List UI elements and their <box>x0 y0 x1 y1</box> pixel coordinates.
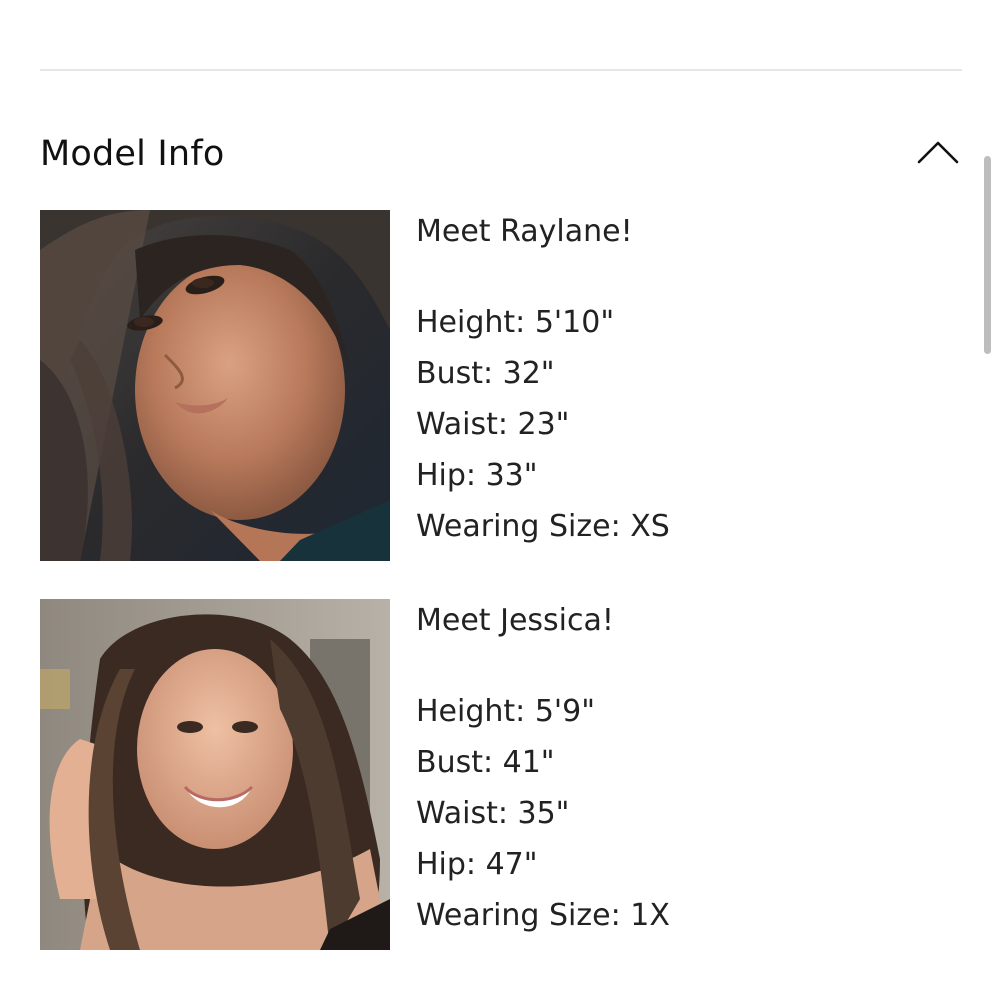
section-divider <box>40 69 962 71</box>
model-wearing-size: Wearing Size: XS <box>416 509 670 544</box>
model-stats-list: Height: 5'9" Bust: 41" Waist: 35" Hip: 4… <box>416 692 670 947</box>
model-bust: Bust: 41" <box>416 745 555 780</box>
model-photo <box>40 599 390 950</box>
model-hip: Hip: 47" <box>416 847 538 882</box>
model-greeting: Meet Jessica! <box>416 603 614 638</box>
model-waist: Waist: 23" <box>416 407 570 442</box>
model-photo <box>40 210 390 561</box>
chevron-up-icon[interactable] <box>916 137 960 167</box>
section-title: Model Info <box>40 134 225 174</box>
model-stats-list: Height: 5'10" Bust: 32" Waist: 23" Hip: … <box>416 303 670 558</box>
model-card: Meet Raylane! Height: 5'10" Bust: 32" Wa… <box>40 210 940 562</box>
model-info-page: Model Info Meet Raylane! Height: 5'10" B… <box>0 0 1000 1000</box>
model-waist: Waist: 35" <box>416 796 570 831</box>
model-wearing-size: Wearing Size: 1X <box>416 898 670 933</box>
model-hip: Hip: 33" <box>416 458 538 493</box>
model-card: Meet Jessica! Height: 5'9" Bust: 41" Wai… <box>40 599 940 951</box>
model-bust: Bust: 32" <box>416 356 555 391</box>
scrollbar[interactable] <box>984 156 991 354</box>
model-height: Height: 5'9" <box>416 694 596 729</box>
model-height: Height: 5'10" <box>416 305 615 340</box>
model-greeting: Meet Raylane! <box>416 214 633 249</box>
